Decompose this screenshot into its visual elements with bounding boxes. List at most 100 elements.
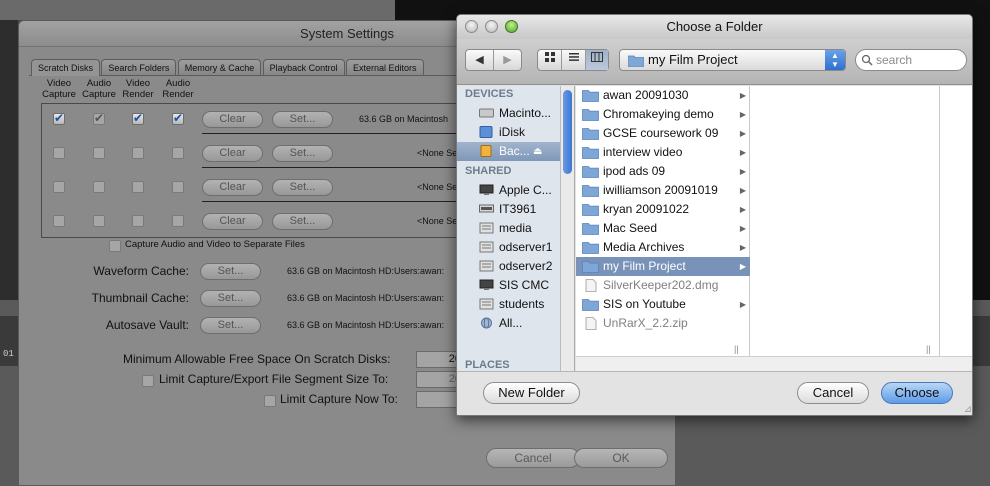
audio-render-checkbox[interactable] <box>172 111 184 125</box>
icon-view-icon[interactable] <box>538 50 562 70</box>
video-capture-checkbox[interactable] <box>53 215 65 227</box>
clear-button[interactable]: Clear <box>202 213 263 230</box>
list-item[interactable]: kryan 20091022 ▶ <box>576 200 750 219</box>
eject-icon[interactable]: ⏏ <box>533 142 542 161</box>
view-mode-control <box>537 49 609 71</box>
disclosure-arrow-icon: ▶ <box>739 129 746 138</box>
sidebar-item-odserver1[interactable]: odserver1 <box>457 238 561 257</box>
sidebar-section-shared: SHARED <box>465 165 512 177</box>
video-capture-checkbox[interactable] <box>53 181 65 193</box>
sidebar-item-backup[interactable]: Bac... ⏏ <box>457 142 561 161</box>
sidebar-scroll-thumb[interactable] <box>563 90 572 174</box>
back-icon[interactable]: ◀ <box>466 50 494 70</box>
audio-render-checkbox[interactable] <box>172 147 184 159</box>
audio-capture-checkbox[interactable] <box>93 215 105 227</box>
close-icon[interactable] <box>465 20 478 33</box>
list-item[interactable]: GCSE coursework 09 ▶ <box>576 124 750 143</box>
sidebar-item-students[interactable]: students <box>457 295 561 314</box>
tab-search-folders[interactable]: Search Folders <box>101 59 177 76</box>
forward-icon[interactable]: ▶ <box>494 50 521 70</box>
resize-grip-icon[interactable]: ⊿ <box>964 404 972 415</box>
video-render-checkbox[interactable] <box>132 181 144 193</box>
limit-segment-label: Limit Capture/Export File Segment Size T… <box>159 372 389 386</box>
audio-capture-checkbox[interactable] <box>93 181 105 193</box>
sidebar-item-apple-computer[interactable]: Apple C... <box>457 181 561 200</box>
sidebar-scrollbar[interactable] <box>560 86 574 371</box>
list-item[interactable]: SilverKeeper202.dmg <box>576 276 750 295</box>
search-input[interactable]: search <box>855 49 967 71</box>
limit-segment-checkbox[interactable] <box>142 375 154 387</box>
folder-icon <box>628 55 644 67</box>
path-popup[interactable]: my Film Project ▲ ▼ <box>619 49 846 71</box>
tab-playback-control[interactable]: Playback Control <box>262 59 345 76</box>
video-capture-checkbox[interactable] <box>53 111 65 125</box>
search-placeholder: search <box>876 53 913 67</box>
sidebar-item-all[interactable]: All... <box>457 314 561 333</box>
waveform-cache-set-button[interactable]: Set... <box>200 263 261 280</box>
new-folder-button[interactable]: New Folder <box>483 382 580 404</box>
set-button[interactable]: Set... <box>272 111 333 128</box>
tab-external-editors[interactable]: External Editors <box>346 59 424 76</box>
settings-cancel-button[interactable]: Cancel <box>486 448 580 468</box>
horizontal-scrollbar[interactable] <box>576 356 972 371</box>
folder-icon <box>582 147 599 159</box>
list-item-label: UnRarX_2.2.zip <box>603 316 688 330</box>
list-view-icon[interactable] <box>562 50 586 70</box>
thumbnail-cache-set-button[interactable]: Set... <box>200 290 261 307</box>
limit-capture-now-label: Limit Capture Now To: <box>280 392 398 406</box>
column-view-icon[interactable] <box>586 50 608 70</box>
column-resize-handle[interactable]: || <box>734 344 739 354</box>
capture-separate-label: Capture Audio and Video to Separate File… <box>125 239 305 250</box>
sidebar-section-devices: DEVICES <box>465 88 514 100</box>
set-button[interactable]: Set... <box>272 213 333 230</box>
list-item-label: kryan 20091022 <box>603 202 690 216</box>
list-item[interactable]: SIS on Youtube ▶ <box>576 295 750 314</box>
limit-capture-now-checkbox[interactable] <box>264 395 276 407</box>
sidebar-item-sis-cmc[interactable]: SIS CMC <box>457 276 561 295</box>
list-item-label: Chromakeying demo <box>603 107 714 121</box>
tab-scratch-disks[interactable]: Scratch Disks <box>31 59 101 76</box>
audio-capture-checkbox[interactable] <box>93 147 105 159</box>
zoom-icon[interactable] <box>505 20 518 33</box>
settings-ok-button[interactable]: OK <box>574 448 668 468</box>
audio-render-checkbox[interactable] <box>172 181 184 193</box>
autosave-vault-set-button[interactable]: Set... <box>200 317 261 334</box>
sidebar-item-media[interactable]: media <box>457 219 561 238</box>
sidebar-item-macintosh-hd[interactable]: Macinto... <box>457 104 561 123</box>
search-icon <box>861 54 873 66</box>
video-render-checkbox[interactable] <box>132 215 144 227</box>
clear-button[interactable]: Clear <box>202 145 263 162</box>
cancel-button[interactable]: Cancel <box>797 382 869 404</box>
list-item[interactable]: Chromakeying demo ▶ <box>576 105 750 124</box>
video-render-checkbox[interactable] <box>132 147 144 159</box>
choose-folder-dialog: Choose a Folder ◀ ▶ my Film Project ▲▼ <box>456 14 973 416</box>
capture-separate-checkbox[interactable] <box>109 240 121 252</box>
video-render-checkbox[interactable] <box>132 111 144 125</box>
list-item[interactable]: interview video ▶ <box>576 143 750 162</box>
choose-button[interactable]: Choose <box>881 382 953 404</box>
audio-render-checkbox[interactable] <box>172 215 184 227</box>
set-button[interactable]: Set... <box>272 145 333 162</box>
video-capture-checkbox[interactable] <box>53 147 65 159</box>
scratch-row: Clear Set... <None Set <box>42 210 472 232</box>
list-item[interactable]: ipod ads 09 ▶ <box>576 162 750 181</box>
list-item[interactable]: iwilliamson 20091019 ▶ <box>576 181 750 200</box>
list-item[interactable]: awan 20091030 ▶ <box>576 86 750 105</box>
thumbnail-cache-label: Thumbnail Cache: <box>91 291 189 305</box>
list-item[interactable]: my Film Project ▶ <box>576 257 750 276</box>
list-item[interactable]: UnRarX_2.2.zip <box>576 314 750 333</box>
document-icon <box>585 279 597 292</box>
column-resize-handle[interactable]: || <box>926 344 931 354</box>
tab-memory-cache[interactable]: Memory & Cache <box>177 59 262 76</box>
minimize-icon[interactable] <box>485 20 498 33</box>
list-item[interactable]: Mac Seed ▶ <box>576 219 750 238</box>
list-item[interactable]: Media Archives ▶ <box>576 238 750 257</box>
clear-button[interactable]: Clear <box>202 111 263 128</box>
scratch-row: Clear Set... 63.6 GB on Macintosh <box>42 108 472 134</box>
sidebar-item-it3961[interactable]: IT3961 <box>457 200 561 219</box>
set-button[interactable]: Set... <box>272 179 333 196</box>
sidebar-item-odserver2[interactable]: odserver2 <box>457 257 561 276</box>
clear-button[interactable]: Clear <box>202 179 263 196</box>
audio-capture-checkbox[interactable] <box>93 111 105 125</box>
sidebar-item-idisk[interactable]: iDisk <box>457 123 561 142</box>
